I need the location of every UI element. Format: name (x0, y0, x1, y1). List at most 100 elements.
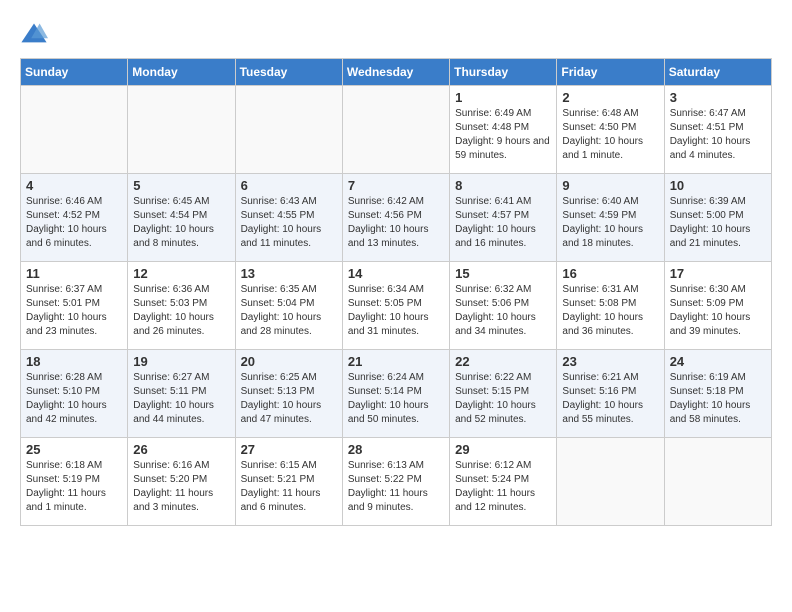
day-header-tuesday: Tuesday (235, 59, 342, 86)
day-number: 23 (562, 354, 658, 369)
calendar-table: SundayMondayTuesdayWednesdayThursdayFrid… (20, 58, 772, 526)
day-number: 14 (348, 266, 444, 281)
calendar-cell: 2 Sunrise: 6:48 AM Sunset: 4:50 PM Daylig… (557, 86, 664, 174)
calendar-cell: 20Sunrise: 6:25 AM Sunset: 5:13 PM Dayli… (235, 350, 342, 438)
day-info: Sunrise: 6:41 AM Sunset: 4:57 PM Dayligh… (455, 195, 551, 251)
calendar-cell: 4 Sunrise: 6:46 AM Sunset: 4:52 PM Daylig… (21, 174, 128, 262)
day-number: 7 (348, 178, 444, 193)
logo (20, 20, 52, 48)
calendar-cell: 6 Sunrise: 6:43 AM Sunset: 4:55 PM Daylig… (235, 174, 342, 262)
calendar-week-row: 25 Sunrise: 6:18 AM Sunset: 5:19 PM Dayli… (21, 438, 772, 526)
calendar-cell: 1 Sunrise: 6:49 AM Sunset: 4:48 PM Daylig… (450, 86, 557, 174)
calendar-week-row: 11 Sunrise: 6:37 AM Sunset: 5:01 PM Dayli… (21, 262, 772, 350)
calendar-cell: 18 Sunrise: 6:28 AM Sunset: 5:10 PM Dayli… (21, 350, 128, 438)
calendar-cell: 26 Sunrise: 6:16 AM Sunset: 5:20 PM Dayli… (128, 438, 235, 526)
day-info: Sunrise: 6:45 AM Sunset: 4:54 PM Dayligh… (133, 195, 229, 251)
calendar-cell: 16Sunrise: 6:31 AM Sunset: 5:08 PM Dayli… (557, 262, 664, 350)
day-info: Sunrise: 6:37 AM Sunset: 5:01 PM Dayligh… (26, 283, 122, 339)
day-number: 9 (562, 178, 658, 193)
day-header-friday: Friday (557, 59, 664, 86)
calendar-week-row: 1 Sunrise: 6:49 AM Sunset: 4:48 PM Daylig… (21, 86, 772, 174)
day-info: Sunrise: 6:47 AM Sunset: 4:51 PM Dayligh… (670, 107, 766, 163)
day-header-sunday: Sunday (21, 59, 128, 86)
day-info: Sunrise: 6:32 AM Sunset: 5:06 PM Dayligh… (455, 283, 551, 339)
calendar-cell: 10 Sunrise: 6:39 AM Sunset: 5:00 PM Dayli… (664, 174, 771, 262)
day-info: Sunrise: 6:34 AM Sunset: 5:05 PM Dayligh… (348, 283, 444, 339)
calendar-week-row: 4 Sunrise: 6:46 AM Sunset: 4:52 PM Daylig… (21, 174, 772, 262)
day-number: 2 (562, 90, 658, 105)
calendar-cell: 29Sunrise: 6:12 AM Sunset: 5:24 PM Dayli… (450, 438, 557, 526)
day-number: 25 (26, 442, 122, 457)
day-info: Sunrise: 6:22 AM Sunset: 5:15 PM Dayligh… (455, 371, 551, 427)
day-header-monday: Monday (128, 59, 235, 86)
day-number: 8 (455, 178, 551, 193)
day-info: Sunrise: 6:35 AM Sunset: 5:04 PM Dayligh… (241, 283, 337, 339)
day-info: Sunrise: 6:15 AM Sunset: 5:21 PM Dayligh… (241, 459, 337, 515)
calendar-cell: 13 Sunrise: 6:35 AM Sunset: 5:04 PM Dayli… (235, 262, 342, 350)
day-info: Sunrise: 6:43 AM Sunset: 4:55 PM Dayligh… (241, 195, 337, 251)
day-number: 3 (670, 90, 766, 105)
day-number: 1 (455, 90, 551, 105)
calendar-cell: 22 Sunrise: 6:22 AM Sunset: 5:15 PM Dayli… (450, 350, 557, 438)
calendar-cell (235, 86, 342, 174)
day-info: Sunrise: 6:28 AM Sunset: 5:10 PM Dayligh… (26, 371, 122, 427)
day-number: 26 (133, 442, 229, 457)
day-info: Sunrise: 6:42 AM Sunset: 4:56 PM Dayligh… (348, 195, 444, 251)
calendar-cell: 14 Sunrise: 6:34 AM Sunset: 5:05 PM Dayli… (342, 262, 449, 350)
day-info: Sunrise: 6:25 AM Sunset: 5:13 PM Dayligh… (241, 371, 337, 427)
calendar-cell: 5 Sunrise: 6:45 AM Sunset: 4:54 PM Daylig… (128, 174, 235, 262)
calendar-cell (664, 438, 771, 526)
day-number: 18 (26, 354, 122, 369)
day-number: 29 (455, 442, 551, 457)
day-info: Sunrise: 6:49 AM Sunset: 4:48 PM Dayligh… (455, 107, 551, 163)
day-info: Sunrise: 6:18 AM Sunset: 5:19 PM Dayligh… (26, 459, 122, 515)
day-info: Sunrise: 6:31 AM Sunset: 5:08 PM Dayligh… (562, 283, 658, 339)
day-header-thursday: Thursday (450, 59, 557, 86)
calendar-cell: 21Sunrise: 6:24 AM Sunset: 5:14 PM Dayli… (342, 350, 449, 438)
day-number: 4 (26, 178, 122, 193)
day-info: Sunrise: 6:24 AM Sunset: 5:14 PM Dayligh… (348, 371, 444, 427)
day-number: 12 (133, 266, 229, 281)
calendar-cell: 8 Sunrise: 6:41 AM Sunset: 4:57 PM Daylig… (450, 174, 557, 262)
day-info: Sunrise: 6:48 AM Sunset: 4:50 PM Dayligh… (562, 107, 658, 163)
calendar-header-row: SundayMondayTuesdayWednesdayThursdayFrid… (21, 59, 772, 86)
day-number: 27 (241, 442, 337, 457)
day-number: 11 (26, 266, 122, 281)
calendar-cell (342, 86, 449, 174)
day-number: 6 (241, 178, 337, 193)
calendar-cell: 25 Sunrise: 6:18 AM Sunset: 5:19 PM Dayli… (21, 438, 128, 526)
logo-icon (20, 20, 48, 48)
calendar-cell (21, 86, 128, 174)
day-info: Sunrise: 6:30 AM Sunset: 5:09 PM Dayligh… (670, 283, 766, 339)
calendar-cell: 12 Sunrise: 6:36 AM Sunset: 5:03 PM Dayli… (128, 262, 235, 350)
calendar-cell: 15 Sunrise: 6:32 AM Sunset: 5:06 PM Dayli… (450, 262, 557, 350)
day-header-saturday: Saturday (664, 59, 771, 86)
calendar-cell: 19 Sunrise: 6:27 AM Sunset: 5:11 PM Dayli… (128, 350, 235, 438)
calendar-cell: 11 Sunrise: 6:37 AM Sunset: 5:01 PM Dayli… (21, 262, 128, 350)
day-info: Sunrise: 6:19 AM Sunset: 5:18 PM Dayligh… (670, 371, 766, 427)
day-number: 15 (455, 266, 551, 281)
day-number: 19 (133, 354, 229, 369)
day-number: 13 (241, 266, 337, 281)
day-info: Sunrise: 6:27 AM Sunset: 5:11 PM Dayligh… (133, 371, 229, 427)
day-info: Sunrise: 6:36 AM Sunset: 5:03 PM Dayligh… (133, 283, 229, 339)
day-info: Sunrise: 6:46 AM Sunset: 4:52 PM Dayligh… (26, 195, 122, 251)
day-info: Sunrise: 6:16 AM Sunset: 5:20 PM Dayligh… (133, 459, 229, 515)
calendar-cell (128, 86, 235, 174)
day-info: Sunrise: 6:40 AM Sunset: 4:59 PM Dayligh… (562, 195, 658, 251)
day-header-wednesday: Wednesday (342, 59, 449, 86)
day-number: 5 (133, 178, 229, 193)
calendar-cell: 7 Sunrise: 6:42 AM Sunset: 4:56 PM Daylig… (342, 174, 449, 262)
day-number: 10 (670, 178, 766, 193)
day-number: 22 (455, 354, 551, 369)
day-number: 28 (348, 442, 444, 457)
page-header (20, 20, 772, 48)
day-info: Sunrise: 6:13 AM Sunset: 5:22 PM Dayligh… (348, 459, 444, 515)
calendar-cell: 23 Sunrise: 6:21 AM Sunset: 5:16 PM Dayli… (557, 350, 664, 438)
calendar-cell (557, 438, 664, 526)
calendar-cell: 9 Sunrise: 6:40 AM Sunset: 4:59 PM Daylig… (557, 174, 664, 262)
day-info: Sunrise: 6:39 AM Sunset: 5:00 PM Dayligh… (670, 195, 766, 251)
day-info: Sunrise: 6:21 AM Sunset: 5:16 PM Dayligh… (562, 371, 658, 427)
calendar-week-row: 18 Sunrise: 6:28 AM Sunset: 5:10 PM Dayli… (21, 350, 772, 438)
day-number: 17 (670, 266, 766, 281)
